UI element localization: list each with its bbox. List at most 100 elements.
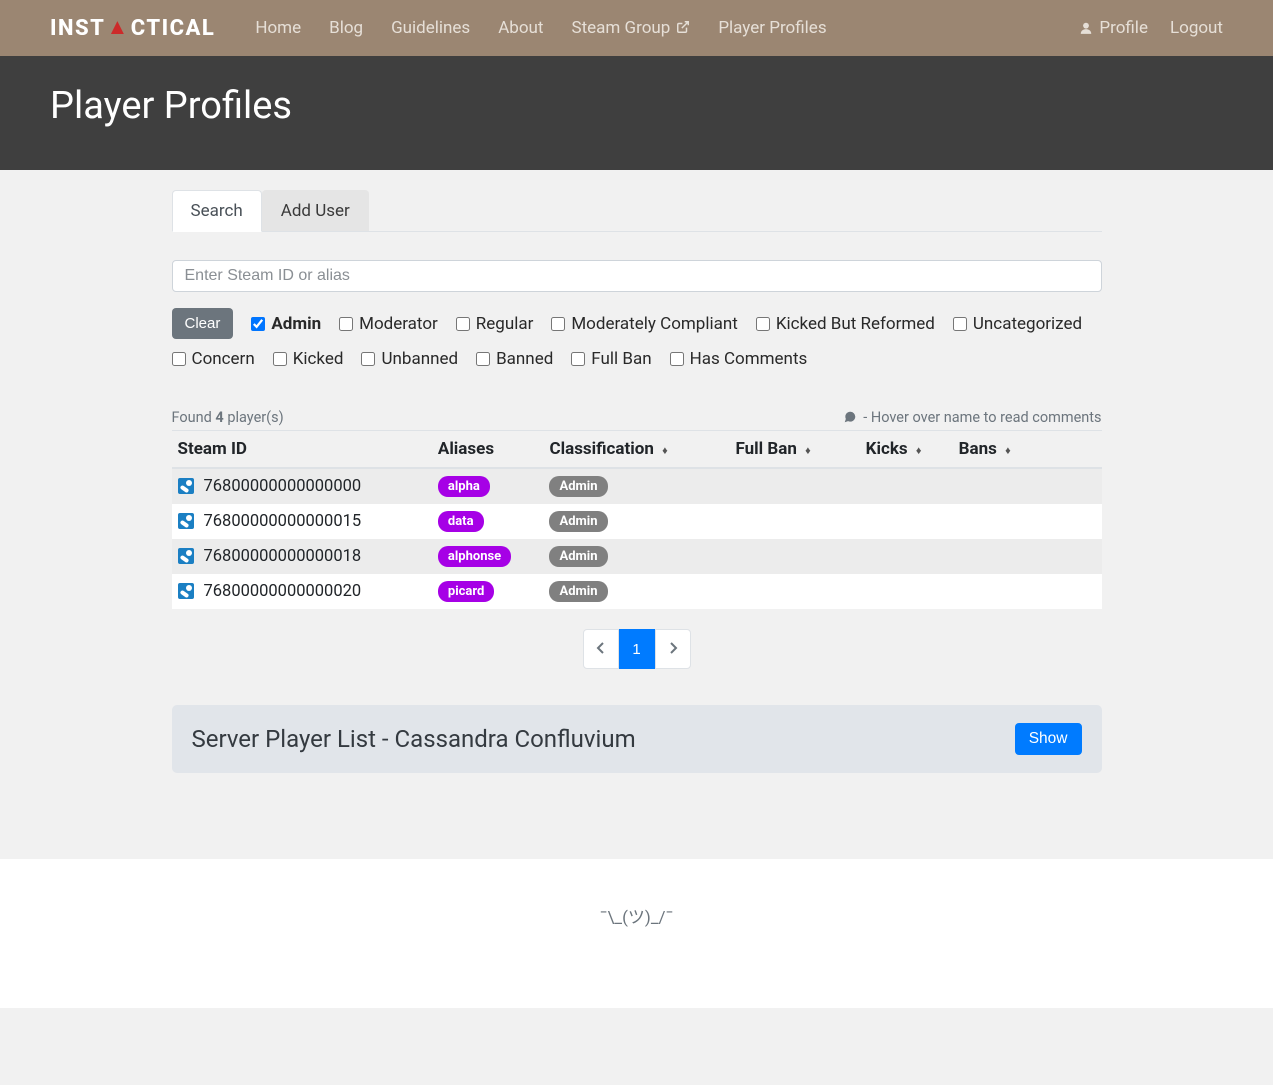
- alias-badge[interactable]: alphonse: [438, 546, 511, 567]
- steam-id-text[interactable]: 76800000000000018: [204, 547, 362, 566]
- filter-banned[interactable]: Banned: [476, 349, 553, 369]
- steam-id-text[interactable]: 76800000000000000: [204, 477, 362, 496]
- filter-admin-label: Admin: [271, 314, 321, 334]
- filter-moderately-compliant-checkbox[interactable]: [551, 317, 565, 331]
- steam-id-text[interactable]: 76800000000000020: [204, 582, 362, 601]
- filter-uncategorized[interactable]: Uncategorized: [953, 314, 1082, 334]
- cell-kicks: [860, 504, 953, 539]
- filter-uncategorized-checkbox[interactable]: [953, 317, 967, 331]
- nav-steam-group[interactable]: Steam Group: [571, 18, 690, 38]
- steam-icon[interactable]: [178, 583, 194, 599]
- filter-full-ban[interactable]: Full Ban: [571, 349, 651, 369]
- th-classification-label: Classification: [549, 439, 653, 459]
- filter-moderator-checkbox[interactable]: [339, 317, 353, 331]
- alias-badge[interactable]: data: [438, 511, 484, 532]
- filter-kicked[interactable]: Kicked: [273, 349, 344, 369]
- sort-icon: ♦: [1005, 444, 1011, 457]
- filter-moderator-label: Moderator: [359, 314, 438, 334]
- cell-bans: [953, 468, 1102, 504]
- nav-profile[interactable]: Profile: [1079, 18, 1148, 38]
- filter-moderately-compliant[interactable]: Moderately Compliant: [551, 314, 737, 334]
- filter-regular[interactable]: Regular: [456, 314, 534, 334]
- th-bans-label: Bans: [959, 439, 997, 459]
- cell-bans: [953, 574, 1102, 609]
- filter-admin[interactable]: Admin: [251, 314, 321, 334]
- sort-icon: ♦: [805, 444, 811, 457]
- cell-steam-id: 76800000000000020: [172, 574, 432, 609]
- search-input[interactable]: [172, 260, 1102, 292]
- filter-has-comments-checkbox[interactable]: [670, 352, 684, 366]
- alias-badge[interactable]: alpha: [438, 476, 490, 497]
- classification-badge: Admin: [549, 546, 607, 567]
- external-link-icon: [676, 18, 690, 38]
- filter-concern[interactable]: Concern: [172, 349, 255, 369]
- players-table: Steam ID Aliases Classification ♦ Full B…: [172, 430, 1102, 609]
- page-next-button[interactable]: [655, 629, 691, 669]
- found-count: 4: [215, 409, 223, 426]
- filter-unbanned-label: Unbanned: [381, 349, 458, 369]
- logo[interactable]: INST ▲ CTICAL: [50, 15, 215, 41]
- nav-home[interactable]: Home: [255, 18, 301, 38]
- nav-guidelines[interactable]: Guidelines: [391, 18, 470, 38]
- table-row: 76800000000000018 alphonse Admin: [172, 539, 1102, 574]
- th-classification[interactable]: Classification ♦: [543, 431, 729, 469]
- cell-alias: alpha: [432, 468, 544, 504]
- cell-full-ban: [729, 574, 859, 609]
- steam-id-text[interactable]: 76800000000000015: [204, 512, 362, 531]
- filter-banned-label: Banned: [496, 349, 553, 369]
- logo-caret-icon: ▲: [106, 14, 129, 40]
- filter-moderately-compliant-label: Moderately Compliant: [571, 314, 737, 334]
- alias-badge[interactable]: picard: [438, 581, 494, 602]
- tab-bar: Search Add User: [172, 190, 1102, 232]
- th-bans[interactable]: Bans ♦: [953, 431, 1102, 469]
- chevron-left-icon: [596, 641, 606, 658]
- steam-icon[interactable]: [178, 478, 194, 494]
- filter-admin-checkbox[interactable]: [251, 317, 265, 331]
- cell-bans: [953, 504, 1102, 539]
- cell-alias: data: [432, 504, 544, 539]
- sort-icon: ♦: [916, 444, 922, 457]
- nav-blog[interactable]: Blog: [329, 18, 363, 38]
- show-button[interactable]: Show: [1015, 723, 1082, 755]
- filter-kicked-but-reformed-checkbox[interactable]: [756, 317, 770, 331]
- page-header: Player Profiles: [0, 56, 1273, 170]
- classification-badge: Admin: [549, 476, 607, 497]
- filter-kicked-but-reformed-label: Kicked But Reformed: [776, 314, 935, 334]
- cell-classification: Admin: [543, 504, 729, 539]
- table-row: 76800000000000015 data Admin: [172, 504, 1102, 539]
- filter-unbanned-checkbox[interactable]: [361, 352, 375, 366]
- page-1-button[interactable]: 1: [619, 629, 655, 669]
- nav-right: Profile Logout: [1079, 18, 1223, 38]
- nav-logout[interactable]: Logout: [1170, 18, 1223, 38]
- filter-kicked-but-reformed[interactable]: Kicked But Reformed: [756, 314, 935, 334]
- th-full-ban-label: Full Ban: [735, 439, 796, 459]
- nav-about[interactable]: About: [498, 18, 543, 38]
- cell-alias: alphonse: [432, 539, 544, 574]
- logo-post: CTICAL: [131, 16, 216, 41]
- cell-classification: Admin: [543, 468, 729, 504]
- filter-full-ban-checkbox[interactable]: [571, 352, 585, 366]
- th-kicks[interactable]: Kicks ♦: [860, 431, 953, 469]
- filter-kicked-label: Kicked: [293, 349, 344, 369]
- cell-alias: picard: [432, 574, 544, 609]
- cell-classification: Admin: [543, 574, 729, 609]
- tab-search[interactable]: Search: [172, 190, 262, 232]
- filter-has-comments[interactable]: Has Comments: [670, 349, 808, 369]
- filter-banned-checkbox[interactable]: [476, 352, 490, 366]
- th-full-ban[interactable]: Full Ban ♦: [729, 431, 859, 469]
- found-pre: Found: [172, 409, 216, 426]
- clear-button[interactable]: Clear: [172, 308, 234, 339]
- tab-add-user[interactable]: Add User: [262, 190, 369, 231]
- th-kicks-label: Kicks: [866, 439, 908, 459]
- filter-moderator[interactable]: Moderator: [339, 314, 438, 334]
- page-prev-button[interactable]: [583, 629, 619, 669]
- steam-icon[interactable]: [178, 513, 194, 529]
- filter-regular-checkbox[interactable]: [456, 317, 470, 331]
- filter-unbanned[interactable]: Unbanned: [361, 349, 458, 369]
- cell-steam-id: 76800000000000015: [172, 504, 432, 539]
- nav-player-profiles[interactable]: Player Profiles: [718, 18, 826, 38]
- nav-steam-group-label: Steam Group: [571, 18, 670, 38]
- filter-concern-checkbox[interactable]: [172, 352, 186, 366]
- steam-icon[interactable]: [178, 548, 194, 564]
- filter-kicked-checkbox[interactable]: [273, 352, 287, 366]
